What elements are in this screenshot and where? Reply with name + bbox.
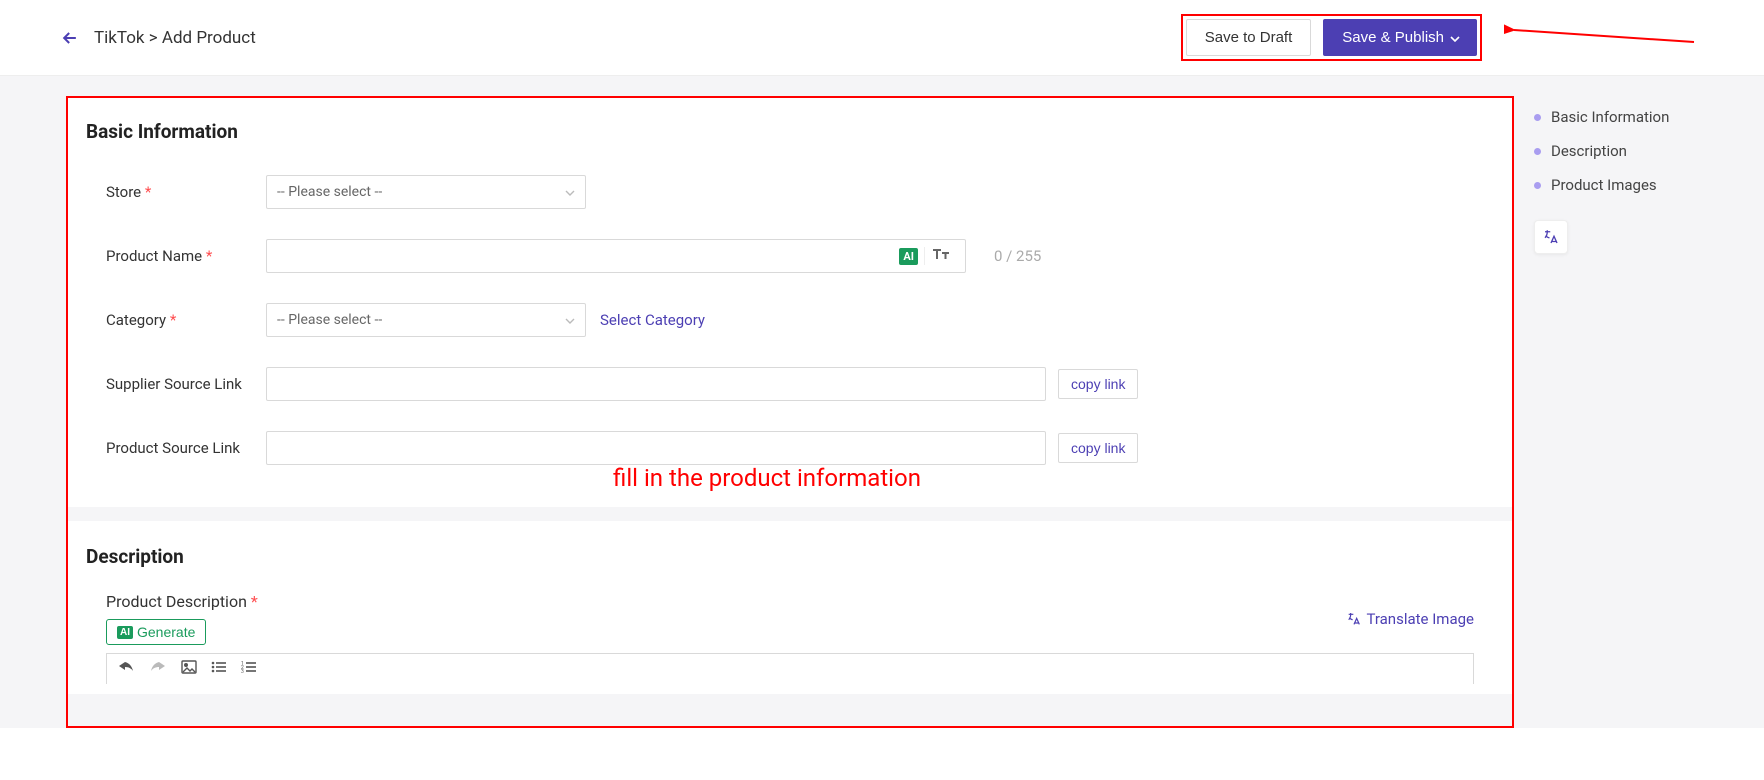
product-source-input[interactable]	[266, 431, 1046, 465]
chevron-down-icon	[565, 184, 575, 200]
nav-dot-icon	[1534, 182, 1541, 189]
product-name-label: Product Name *	[86, 247, 266, 265]
translate-icon	[1542, 228, 1560, 246]
save-publish-button[interactable]: Save & Publish	[1323, 19, 1477, 56]
nav-dot-icon	[1534, 148, 1541, 155]
copy-link-button[interactable]: copy link	[1058, 433, 1138, 463]
product-description-label: Product Description *	[106, 592, 258, 611]
bullet-list-icon[interactable]	[211, 660, 227, 678]
back-arrow-icon[interactable]	[60, 28, 80, 48]
select-category-link[interactable]: Select Category	[600, 311, 705, 329]
chevron-down-icon	[565, 312, 575, 328]
category-select-placeholder: -- Please select --	[277, 312, 382, 328]
ai-icon[interactable]: AI	[899, 248, 918, 265]
image-icon[interactable]	[181, 660, 197, 678]
product-name-input[interactable]	[275, 248, 895, 264]
product-source-label: Product Source Link	[86, 439, 266, 457]
editor-toolbar: 123	[106, 653, 1474, 684]
annotation-arrow	[1504, 18, 1704, 58]
nav-item-basic-info[interactable]: Basic Information	[1534, 100, 1764, 134]
category-label: Category *	[86, 311, 266, 329]
store-select[interactable]: -- Please select --	[266, 175, 586, 209]
supplier-source-input[interactable]	[266, 367, 1046, 401]
annotation-buttons-highlight: Save to Draft Save & Publish	[1181, 14, 1482, 61]
translate-icon	[1346, 611, 1362, 627]
redo-icon[interactable]	[149, 660, 167, 678]
section-title-basic: Basic Information	[86, 120, 1494, 143]
svg-text:3: 3	[241, 669, 244, 674]
translate-float-button[interactable]	[1534, 220, 1568, 254]
nav-item-description[interactable]: Description	[1534, 134, 1764, 168]
category-select[interactable]: -- Please select --	[266, 303, 586, 337]
translate-image-link[interactable]: Translate Image	[1346, 610, 1474, 628]
save-publish-label: Save & Publish	[1342, 29, 1444, 46]
breadcrumb: TikTok > Add Product	[94, 28, 256, 48]
copy-link-button[interactable]: copy link	[1058, 369, 1138, 399]
char-count: 0 / 255	[994, 247, 1041, 265]
chevron-down-icon	[1450, 29, 1458, 46]
numbered-list-icon[interactable]: 123	[241, 660, 257, 678]
store-select-placeholder: -- Please select --	[277, 184, 382, 200]
supplier-source-label: Supplier Source Link	[86, 375, 266, 393]
product-name-input-wrap: AI	[266, 239, 966, 273]
nav-item-product-images[interactable]: Product Images	[1534, 168, 1764, 202]
section-title-description: Description	[86, 545, 1494, 568]
text-size-icon[interactable]	[924, 247, 957, 265]
generate-button[interactable]: AIGenerate	[106, 619, 206, 645]
nav-dot-icon	[1534, 114, 1541, 121]
save-draft-button[interactable]: Save to Draft	[1186, 19, 1312, 56]
store-label: Store *	[86, 183, 266, 201]
ai-icon: AI	[117, 626, 133, 639]
undo-icon[interactable]	[117, 660, 135, 678]
